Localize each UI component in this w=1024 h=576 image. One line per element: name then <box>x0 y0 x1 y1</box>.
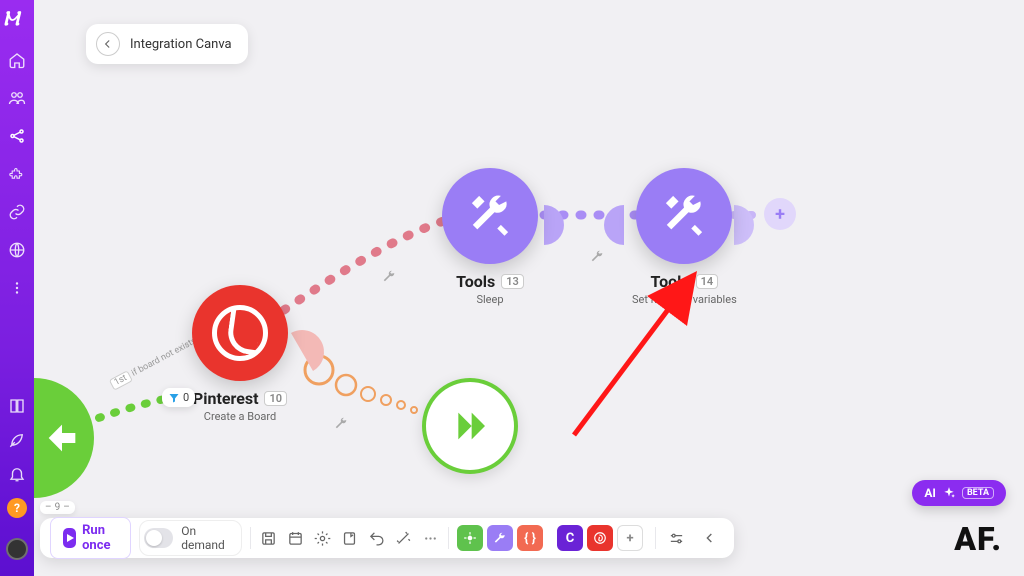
node-title: Tools <box>651 272 690 291</box>
run-label: Run once <box>82 523 118 553</box>
node-subtitle: Sleep <box>476 293 503 306</box>
more-icon[interactable] <box>7 278 27 298</box>
node-badge: 13 <box>501 274 524 289</box>
node-badge: 14 <box>696 274 719 289</box>
ai-assistant-button[interactable]: AI BETA <box>912 480 1006 506</box>
rocket-icon[interactable] <box>7 430 27 450</box>
bell-icon[interactable] <box>7 464 27 484</box>
node-pinterest[interactable]: Pinterest 10 Create a Board <box>192 285 288 423</box>
router-node[interactable] <box>34 378 104 498</box>
user-avatar[interactable] <box>6 538 28 560</box>
chip-add[interactable]: + <box>617 525 643 551</box>
separator <box>448 527 449 549</box>
step-indicator: – 9 – <box>40 501 75 514</box>
breadcrumb: Integration Canva <box>86 24 248 64</box>
more-tools-icon[interactable] <box>421 524 440 552</box>
play-icon <box>63 528 76 548</box>
puzzle-icon[interactable] <box>7 164 27 184</box>
sliders-icon[interactable] <box>662 524 690 552</box>
node-badge: 10 <box>264 391 287 406</box>
wrench-icon[interactable] <box>590 248 604 262</box>
home-icon[interactable] <box>7 50 27 70</box>
watermark: AF. <box>954 520 1002 558</box>
chevron-left-icon[interactable] <box>696 524 724 552</box>
run-once-button[interactable]: Run once <box>50 517 131 559</box>
help-icon[interactable]: ? <box>7 498 27 518</box>
scenario-canvas[interactable]: 0 1stif board not exists Pinterest 10 Cre… <box>34 0 1024 576</box>
chip-pinterest[interactable] <box>587 525 613 551</box>
share-icon[interactable] <box>7 126 27 146</box>
schedule-toggle[interactable] <box>144 528 173 548</box>
undo-icon[interactable] <box>367 524 386 552</box>
path-label: 1stif board not exists <box>109 336 198 390</box>
chip-tools[interactable] <box>487 525 513 551</box>
notes-icon[interactable] <box>340 524 359 552</box>
node-tools-setvars[interactable]: Tools 14 Set multiple variables <box>632 168 737 306</box>
left-rail: Ⲙ ? <box>0 0 34 576</box>
ai-label: AI <box>924 486 936 500</box>
rail-group-top <box>7 50 27 298</box>
add-module-button[interactable]: + <box>764 198 796 230</box>
schedule-mode-label: On demand <box>181 524 231 552</box>
rail-group-bottom: ? <box>6 396 28 568</box>
separator <box>250 527 251 549</box>
save-icon[interactable] <box>259 524 278 552</box>
step-number: 9 <box>55 502 61 513</box>
chip-router[interactable] <box>457 525 483 551</box>
path-order: 1st <box>109 370 133 390</box>
breadcrumb-title: Integration Canva <box>130 37 232 52</box>
chip-canva[interactable]: C <box>557 525 583 551</box>
back-button[interactable] <box>96 32 120 56</box>
module-chipset: { } C + <box>457 525 643 551</box>
calendar-icon[interactable] <box>286 524 305 552</box>
run-node[interactable] <box>422 378 518 474</box>
wrench-icon[interactable] <box>334 415 348 429</box>
node-tools-sleep[interactable]: Tools 13 Sleep <box>442 168 538 306</box>
path-condition: if board not exists <box>130 336 198 379</box>
node-title: Pinterest <box>193 389 259 408</box>
sparkle-icon <box>942 486 956 500</box>
ai-beta-tag: BETA <box>962 487 994 499</box>
app-logo: Ⲙ <box>3 6 31 34</box>
tools-icon <box>636 168 732 264</box>
filter-count: 0 <box>183 391 189 404</box>
book-icon[interactable] <box>7 396 27 416</box>
schedule-toggle-wrap: On demand <box>139 520 243 556</box>
link-icon[interactable] <box>7 202 27 222</box>
separator <box>655 527 656 549</box>
globe-icon[interactable] <box>7 240 27 260</box>
tools-icon <box>442 168 538 264</box>
bottom-toolbar: Run once On demand { } C + <box>40 518 734 558</box>
filter-chip[interactable]: 0 <box>162 388 195 407</box>
wrench-icon[interactable] <box>382 268 396 282</box>
pinterest-icon <box>192 285 288 381</box>
team-icon[interactable] <box>7 88 27 108</box>
node-subtitle: Create a Board <box>204 410 276 423</box>
magic-icon[interactable] <box>394 524 413 552</box>
settings-icon[interactable] <box>313 524 332 552</box>
node-subtitle: Set multiple variables <box>632 293 737 306</box>
node-title: Tools <box>456 272 495 291</box>
chip-http[interactable]: { } <box>517 525 543 551</box>
